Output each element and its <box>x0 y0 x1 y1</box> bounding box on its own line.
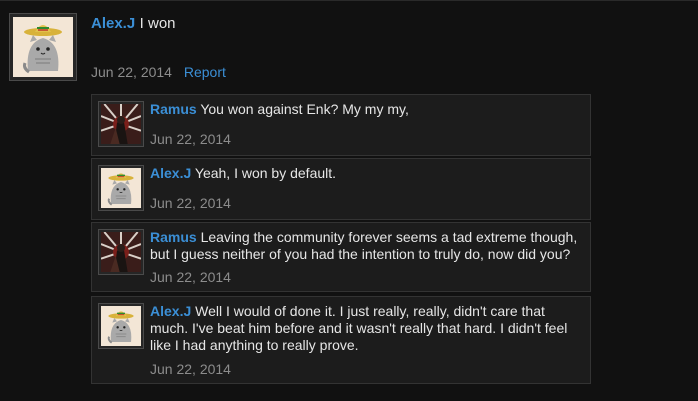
post-text: I won <box>139 15 176 32</box>
pusheen-sombrero-avatar-icon <box>101 168 141 208</box>
comment-text: Leaving the community forever seems a ta… <box>150 229 578 262</box>
ramus-avatar-icon <box>101 232 141 272</box>
post-header: Alex.J I won <box>91 15 176 33</box>
comment-avatar[interactable] <box>98 101 144 147</box>
comment-author-link[interactable]: Alex.J <box>150 303 191 319</box>
comment-body: Ramus Leaving the community forever seem… <box>150 229 584 263</box>
comment-date: Jun 22, 2014 <box>150 131 231 147</box>
post-meta: Jun 22, 2014 Report <box>91 64 226 80</box>
comment-item: Alex.J Yeah, I won by default. Jun 22, 2… <box>91 158 591 220</box>
comment-item: Alex.J Well I would of done it. I just r… <box>91 296 591 384</box>
comment-date: Jun 22, 2014 <box>150 269 231 285</box>
pusheen-sombrero-avatar-icon <box>101 306 141 346</box>
comment-avatar[interactable] <box>98 229 144 275</box>
comment-text: You won against Enk? My my my, <box>200 101 409 117</box>
avatar[interactable] <box>9 13 77 81</box>
ramus-avatar-icon <box>101 104 141 144</box>
comment-body: Ramus You won against Enk? My my my, <box>150 101 584 118</box>
post-author-link[interactable]: Alex.J <box>91 15 135 32</box>
comment-date: Jun 22, 2014 <box>150 361 231 377</box>
comment-item: Ramus You won against Enk? My my my, Jun… <box>91 94 591 156</box>
comment-item: Ramus Leaving the community forever seem… <box>91 222 591 292</box>
pusheen-sombrero-avatar-icon <box>13 17 73 77</box>
comment-author-link[interactable]: Alex.J <box>150 165 191 181</box>
forum-post: Alex.J I won Jun 22, 2014 Report Ramus Y… <box>0 0 698 401</box>
post-date: Jun 22, 2014 <box>91 64 172 80</box>
report-link[interactable]: Report <box>184 64 226 80</box>
comment-avatar[interactable] <box>98 165 144 211</box>
comment-date: Jun 22, 2014 <box>150 195 231 211</box>
comment-body: Alex.J Well I would of done it. I just r… <box>150 303 584 354</box>
comment-avatar[interactable] <box>98 303 144 349</box>
comment-author-link[interactable]: Ramus <box>150 101 197 117</box>
comment-text: Yeah, I won by default. <box>194 165 337 181</box>
comment-author-link[interactable]: Ramus <box>150 229 197 245</box>
comment-body: Alex.J Yeah, I won by default. <box>150 165 584 182</box>
comment-text: Well I would of done it. I just really, … <box>150 303 568 353</box>
